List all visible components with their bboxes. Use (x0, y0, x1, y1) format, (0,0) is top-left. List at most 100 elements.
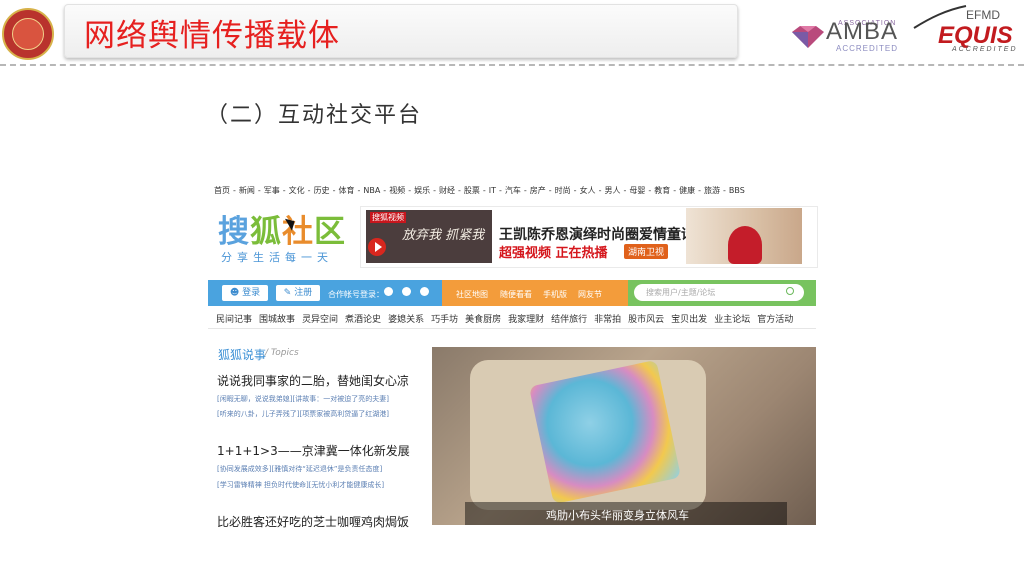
nav-separator: - (357, 186, 361, 195)
topic-sublinks[interactable]: [闲暇无聊，说说我弟媳][讲故事：一对被迫了亮的夫妻] (217, 394, 389, 404)
nav-separator: - (307, 186, 311, 195)
category-item[interactable]: 结伴旅行 (551, 315, 587, 325)
coop-login-label: 合作帐号登录： (328, 290, 384, 299)
search-icon[interactable] (786, 287, 794, 295)
link-community-map[interactable]: 社区地图 (456, 289, 488, 300)
top-nav-item[interactable]: 男人 (604, 186, 620, 195)
nav-separator: - (598, 186, 602, 195)
edit-icon: ✎ (283, 288, 295, 298)
nav-separator: - (433, 186, 436, 195)
top-nav-item[interactable]: 汽车 (505, 186, 521, 195)
nav-separator: - (673, 186, 677, 195)
top-nav-item[interactable]: 股票 (464, 186, 480, 195)
nav-separator: - (282, 186, 286, 195)
nav-separator: - (623, 186, 627, 195)
topics-title[interactable]: 狐狐说事 (218, 346, 266, 363)
top-nav-item[interactable]: IT (489, 186, 496, 195)
nav-separator: - (332, 186, 336, 195)
category-item[interactable]: 宝贝出发 (671, 315, 707, 325)
category-item[interactable]: 我家理财 (508, 315, 544, 325)
topic-sublinks[interactable]: [协同发展成效多][雅慎对待“延迟退休”是负责任态度] (217, 464, 382, 474)
top-nav-item[interactable]: 首页 (214, 186, 230, 195)
category-item[interactable]: 民间记事 (216, 315, 252, 325)
top-nav-item[interactable]: 军事 (264, 186, 280, 195)
weibo-icon[interactable] (384, 287, 393, 296)
nav-separator: - (723, 186, 726, 195)
nav-separator: - (523, 186, 527, 195)
brand-char: 搜 (218, 214, 250, 250)
top-nav-item[interactable]: 房产 (530, 186, 546, 195)
banner-calligraphy: 放弃我 抓紧我 (402, 228, 485, 243)
nav-divider (208, 328, 816, 329)
top-nav-item[interactable]: BBS (729, 186, 745, 195)
nav-separator: - (499, 186, 502, 195)
amba-logo-text: AMBA (826, 18, 899, 45)
slide-title: 网络舆情传播载体 (84, 18, 340, 54)
top-nav-item[interactable]: 教育 (654, 186, 670, 195)
nav-separator: - (648, 186, 652, 195)
top-nav-item[interactable]: 财经 (439, 186, 455, 195)
photo-caption[interactable]: 鸡肋小布头华丽变身立体风车 (546, 507, 689, 523)
login-label: 登录 (242, 288, 261, 298)
link-netizen-day[interactable]: 网友节 (578, 289, 602, 300)
amba-accredited-text: ACCREDITED (836, 44, 899, 53)
top-nav-item[interactable]: 健康 (679, 186, 695, 195)
nav-separator: - (482, 186, 486, 195)
top-nav-item[interactable]: NBA (363, 186, 380, 195)
category-item[interactable]: 灵异空间 (302, 315, 338, 325)
section-subtitle: （二）互动社交平台 (206, 103, 423, 128)
sohu-community-logo[interactable]: 搜狐社区 (218, 206, 346, 251)
topic-headline[interactable]: 比必胜客还好吃的芝士咖喱鸡肉焗饭 (217, 513, 409, 530)
nav-separator: - (457, 186, 461, 195)
sohu-slogan: 分享生活每一天 (221, 251, 333, 264)
category-item[interactable]: 股市风云 (628, 315, 664, 325)
search-placeholder: 搜索用户/主题/论坛 (646, 288, 716, 297)
category-item[interactable]: 巧手坊 (431, 315, 458, 325)
red-dress-figure (728, 226, 762, 264)
nav-separator: - (383, 186, 387, 195)
register-label: 注册 (294, 288, 313, 298)
efmd-text: EFMD (966, 8, 1000, 22)
equis-accredited-text: ACCREDITED (952, 46, 1018, 53)
sohu-video-logo: 搜狐视频 (370, 212, 406, 223)
topic-headline[interactable]: 1+1+1>3——京津冀一体化新发展 (217, 442, 410, 459)
nav-separator: - (548, 186, 552, 195)
nav-separator: - (573, 186, 577, 195)
topics-subtitle: / Topics (265, 348, 299, 358)
banner-headline[interactable]: 王凯陈乔恩演绎时尚圈爱情童话 (499, 224, 695, 244)
nav-separator: - (257, 186, 261, 195)
qq-icon[interactable] (420, 287, 429, 296)
link-mobile[interactable]: 手机版 (543, 289, 567, 300)
top-nav-item[interactable]: 女人 (580, 186, 596, 195)
link-browse[interactable]: 随便看看 (500, 289, 532, 300)
category-item[interactable]: 非常拍 (594, 315, 621, 325)
brand-char: 区 (314, 214, 346, 250)
nav-separator: - (698, 186, 702, 195)
top-nav-item[interactable]: 母婴 (629, 186, 645, 195)
category-item[interactable]: 官方活动 (757, 315, 793, 325)
top-nav-item[interactable]: 旅游 (704, 186, 720, 195)
category-item[interactable]: 煮酒论史 (345, 315, 381, 325)
top-nav-item[interactable]: 体育 (338, 186, 354, 195)
top-nav-item[interactable]: 视频 (389, 186, 405, 195)
top-nav-item[interactable]: 文化 (289, 186, 305, 195)
top-nav-item[interactable]: 娱乐 (414, 186, 430, 195)
category-item[interactable]: 围城故事 (259, 315, 295, 325)
login-button[interactable]: ☻ 登录 (222, 285, 268, 301)
category-item[interactable]: 婆媳关系 (388, 315, 424, 325)
category-item[interactable]: 美食厨房 (465, 315, 501, 325)
top-nav-item[interactable]: 新闻 (239, 186, 255, 195)
register-button[interactable]: ✎ 注册 (276, 285, 320, 301)
banner-hot-text: 超强视频 正在热播 (499, 246, 608, 261)
amba-diamond-icon (792, 26, 824, 48)
nav-separator: - (233, 186, 236, 195)
wechat-icon[interactable] (402, 287, 411, 296)
hunan-tv-badge: 湖南卫视 (624, 244, 669, 259)
category-item[interactable]: 业主论坛 (714, 315, 750, 325)
top-nav-item[interactable]: 历史 (314, 186, 330, 195)
topic-sublinks[interactable]: [学习雷锋精神 担负时代使命][无忧小利才能健康成长] (217, 480, 384, 490)
topic-headline[interactable]: 说说我同事家的二胎，替她闺女心凉 (217, 372, 409, 389)
top-nav-item[interactable]: 时尚 (555, 186, 571, 195)
sohu-top-nav: 首页 - 新闻 - 军事 - 文化 - 历史 - 体育 - NBA - 视频 - 娱乐 - 财经 - 股票 - IT - 汽车 -… (214, 185, 818, 199)
topic-sublinks[interactable]: [听来的八卦，儿子弄残了][项票家被高利贷逼了红湖港] (217, 409, 389, 419)
